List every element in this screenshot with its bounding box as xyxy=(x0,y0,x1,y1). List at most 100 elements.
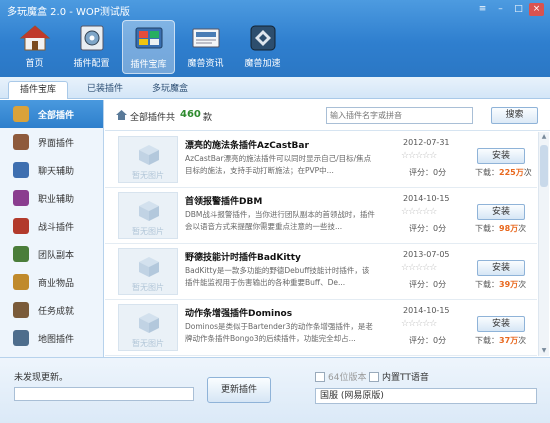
raid-icon xyxy=(13,246,29,262)
plugin-downloads: 下载：225万次 xyxy=(475,168,532,177)
plugin-thumbnail: 暂无图片 xyxy=(118,136,178,183)
plugin-row: 暂无图片 野德技能计时插件BadKitty BadKitty是一款多功能的野德D… xyxy=(105,244,537,300)
sidebar-item-class[interactable]: 职业辅助 xyxy=(0,184,103,212)
maximize-icon[interactable]: □ xyxy=(511,3,526,16)
tab-installed-plugins[interactable]: 已装插件 xyxy=(75,81,135,99)
sidebar-item-chat[interactable]: 聊天辅助 xyxy=(0,156,103,184)
server-select[interactable]: 国服 (网易原版) xyxy=(315,388,537,404)
cube-icon xyxy=(139,257,159,277)
install-button[interactable]: 安装 xyxy=(477,316,525,332)
rating-stars[interactable]: ☆☆☆☆☆ xyxy=(401,151,437,161)
sidebar-item-raid[interactable]: 团队副本 xyxy=(0,240,103,268)
app-title: 多玩魔盒 2.0 - WOP测试版 xyxy=(7,7,130,18)
close-icon[interactable]: × xyxy=(529,3,544,16)
plugin-store-icon xyxy=(135,27,162,49)
plugin-thumbnail: 暂无图片 xyxy=(118,248,178,295)
sidebar-item-all-plugins[interactable]: 全部插件 xyxy=(0,100,103,128)
plugin-name[interactable]: 首领报警插件DBM xyxy=(185,194,262,207)
checkbox-tt-voice[interactable]: 内置TT语音 xyxy=(369,370,429,383)
plugin-downloads: 下载：98万次 xyxy=(475,224,527,233)
plugin-score: 评分：0分 xyxy=(409,224,447,233)
toolbar-news-button[interactable]: 魔兽资讯 xyxy=(179,20,232,74)
cube-icon xyxy=(139,145,159,165)
menu-icon[interactable]: ≡ xyxy=(475,3,490,16)
scroll-down-icon[interactable]: ▼ xyxy=(539,346,549,356)
install-button[interactable]: 安装 xyxy=(477,204,525,220)
tab-duowan-mohe[interactable]: 多玩魔盒 xyxy=(140,81,200,99)
chat-icon xyxy=(13,162,29,178)
plugin-thumbnail: 暂无图片 xyxy=(118,192,178,239)
toolbar-plugin-config-button[interactable]: 插件配置 xyxy=(65,20,118,74)
interface-icon xyxy=(13,134,29,150)
all-plugins-label: 全部插件共 xyxy=(130,113,176,123)
toolbar-accelerator-button[interactable]: 魔兽加速 xyxy=(236,20,289,74)
plugin-name[interactable]: 漂亮的施法条插件AzCastBar xyxy=(185,138,309,151)
plugin-row: 暂无图片 首领报警插件DBM DBM战斗报警插件，当你进行团队副本的首领战时，插… xyxy=(105,188,537,244)
install-button[interactable]: 安装 xyxy=(477,260,525,276)
rating-stars[interactable]: ☆☆☆☆☆ xyxy=(401,319,437,329)
plugin-description: Dominos是类似于Bartender3的动作条增强插件，是老牌动作条插件Bo… xyxy=(185,322,373,343)
cube-icon xyxy=(139,313,159,333)
news-icon xyxy=(192,28,219,48)
checkbox-64bit[interactable]: 64位版本 xyxy=(315,370,366,383)
plugin-score: 评分：0分 xyxy=(409,168,447,177)
category-sidebar: 全部插件 界面插件 聊天辅助 职业辅助 战斗插件 团队副本 商业物品 任务成就 … xyxy=(0,100,104,357)
sidebar-item-interface[interactable]: 界面插件 xyxy=(0,128,103,156)
checkbox-box[interactable] xyxy=(369,371,379,382)
quests-icon xyxy=(13,302,29,318)
window-controls: ≡ – □ × xyxy=(475,3,544,16)
plugin-date: 2012-07-31 xyxy=(403,138,450,147)
plugin-score: 评分：0分 xyxy=(409,280,447,289)
plugin-list-header: 全部插件共 460 款 搜索 xyxy=(105,100,550,131)
home-icon xyxy=(19,25,50,51)
plugin-total-count: 460 xyxy=(180,109,201,120)
list-scrollbar[interactable]: ▲ ▼ xyxy=(538,132,549,356)
top-toolbar: 多玩魔盒 2.0 - WOP测试版 ≡ – □ × 首页 插件配置 插件宝库 魔… xyxy=(0,0,550,77)
plugin-score: 评分：0分 xyxy=(409,336,447,345)
toolbar-home-button[interactable]: 首页 xyxy=(8,20,61,74)
plugin-config-icon xyxy=(80,25,103,51)
map-icon xyxy=(13,330,29,346)
plugin-description: BadKitty是一款多功能的野德Debuff技能计时插件，该插件能监视用于伤害… xyxy=(185,266,370,287)
plugin-date: 2013-07-05 xyxy=(403,250,450,259)
minimize-icon[interactable]: – xyxy=(493,3,508,16)
plugin-description: DBM战斗报警插件，当你进行团队副本的首领战时，插件会以语音方式来提醒你需要重点… xyxy=(185,210,375,231)
combat-icon xyxy=(13,218,29,234)
class-icon xyxy=(13,190,29,206)
scroll-up-icon[interactable]: ▲ xyxy=(539,132,549,142)
sidebar-item-combat[interactable]: 战斗插件 xyxy=(0,212,103,240)
plugin-list: 暂无图片 漂亮的施法条插件AzCastBar AzCastBar漂亮的施法插件可… xyxy=(105,132,537,356)
items-icon xyxy=(13,274,29,290)
checkbox-box[interactable] xyxy=(315,371,325,382)
plugin-name[interactable]: 动作条增强插件Dominos xyxy=(185,306,292,319)
sidebar-item-items[interactable]: 商业物品 xyxy=(0,268,103,296)
update-plugins-button[interactable]: 更新插件 xyxy=(207,377,271,403)
toolbar-nav: 首页 插件配置 插件宝库 魔兽资讯 魔兽加速 xyxy=(8,20,289,74)
all-plugins-icon xyxy=(13,106,29,122)
update-progress-bar xyxy=(14,387,194,401)
plugin-row: 暂无图片 漂亮的施法条插件AzCastBar AzCastBar漂亮的施法插件可… xyxy=(105,132,537,188)
plugin-description: AzCastBar漂亮的施法插件可以同时显示自己/目标/焦点目标的施法，支持手动… xyxy=(185,154,372,175)
plugin-name[interactable]: 野德技能计时插件BadKitty xyxy=(185,250,301,263)
plugin-thumbnail: 暂无图片 xyxy=(118,304,178,351)
install-button[interactable]: 安装 xyxy=(477,148,525,164)
plugin-date: 2014-10-15 xyxy=(403,194,450,203)
home-icon[interactable] xyxy=(116,110,127,120)
tab-bar: 插件宝库 已装插件 多玩魔盒 xyxy=(0,77,550,99)
plugin-downloads: 下载：37万次 xyxy=(475,336,527,345)
rating-stars[interactable]: ☆☆☆☆☆ xyxy=(401,263,437,273)
bottom-panel: 未发现更新。 更新插件 64位版本 内置TT语音 国服 (网易原版) xyxy=(0,357,550,423)
toolbar-plugin-store-button[interactable]: 插件宝库 xyxy=(122,20,175,74)
rating-stars[interactable]: ☆☆☆☆☆ xyxy=(401,207,437,217)
plugin-row: 暂无图片 动作条增强插件Dominos Dominos是类似于Bartender… xyxy=(105,300,537,356)
cube-icon xyxy=(139,201,159,221)
sidebar-item-quests[interactable]: 任务成就 xyxy=(0,296,103,324)
scroll-thumb[interactable] xyxy=(540,145,548,187)
plugin-downloads: 下载：39万次 xyxy=(475,280,527,289)
sidebar-item-map[interactable]: 地图插件 xyxy=(0,324,103,352)
update-status: 未发现更新。 xyxy=(14,373,69,383)
search-input[interactable] xyxy=(326,107,473,124)
search-button[interactable]: 搜索 xyxy=(491,107,538,124)
tab-plugin-store[interactable]: 插件宝库 xyxy=(8,81,68,99)
plugin-date: 2014-10-15 xyxy=(403,306,450,315)
